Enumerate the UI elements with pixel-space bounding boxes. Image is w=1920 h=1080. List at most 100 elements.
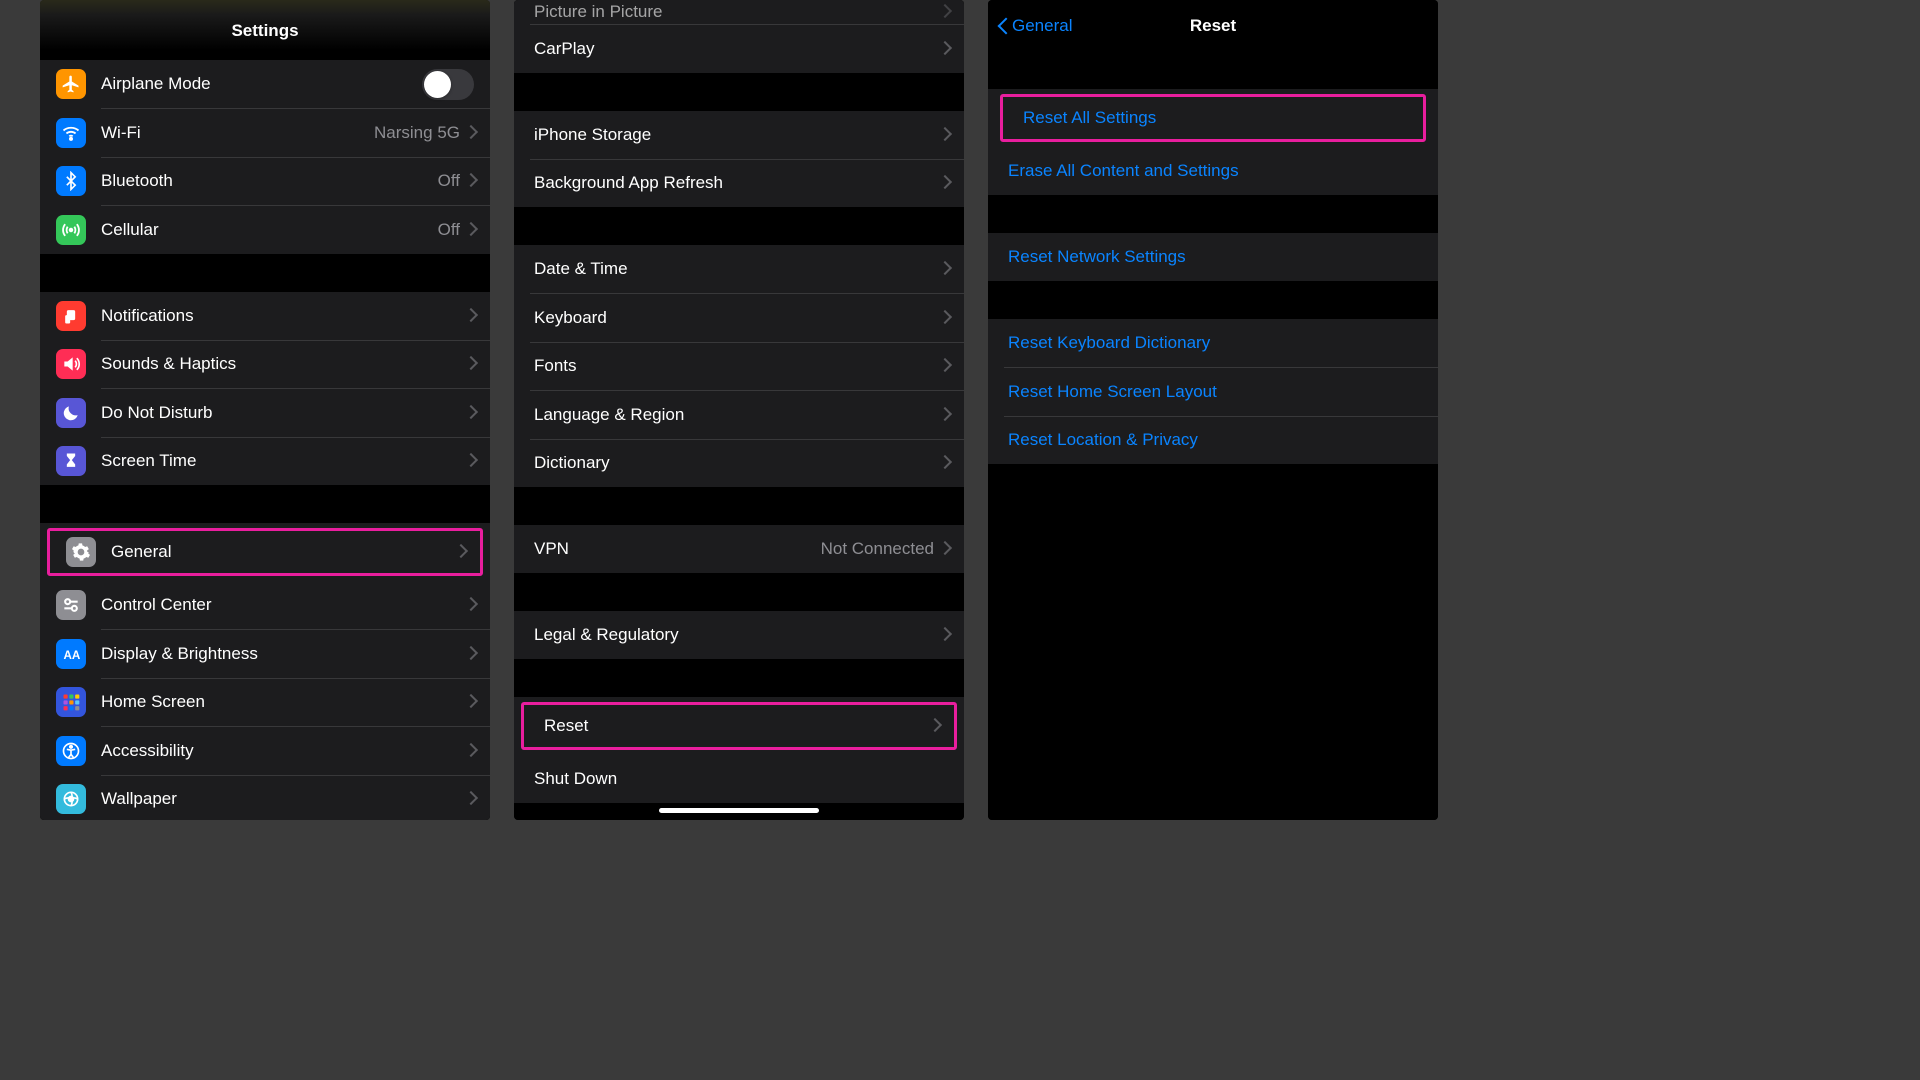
vpn-label: VPN [534, 539, 821, 559]
legal-label: Legal & Regulatory [534, 625, 940, 645]
wallpaper-icon [56, 784, 86, 814]
row-notifications[interactable]: Notifications [40, 292, 490, 340]
row-date-time[interactable]: Date & Time [514, 245, 964, 293]
general-group-media: Picture in Picture CarPlay [514, 0, 964, 73]
settings-root-screen: Settings Airplane Mode Wi-Fi Narsing 5G [40, 0, 490, 820]
cellular-icon [56, 215, 86, 245]
row-vpn[interactable]: VPN Not Connected [514, 525, 964, 573]
row-keyboard[interactable]: Keyboard [514, 294, 964, 342]
chevron-right-icon [466, 696, 474, 708]
display-label: Display & Brightness [101, 644, 466, 664]
keyboard-label: Keyboard [534, 308, 940, 328]
bluetooth-icon [56, 166, 86, 196]
row-sounds[interactable]: Sounds & Haptics [40, 340, 490, 388]
row-control-center[interactable]: Control Center [40, 581, 490, 629]
reset-screen: General Reset Reset All Settings Erase A… [988, 0, 1438, 820]
chevron-right-icon [940, 177, 948, 189]
chevron-right-icon [466, 358, 474, 370]
chevron-right-icon [930, 720, 938, 732]
airplane-label: Airplane Mode [101, 74, 422, 94]
row-general[interactable]: General [47, 528, 483, 576]
wifi-label: Wi-Fi [101, 123, 374, 143]
reset-keyboard-label: Reset Keyboard Dictionary [1008, 333, 1422, 353]
back-button[interactable]: General [998, 16, 1072, 36]
language-label: Language & Region [534, 405, 940, 425]
row-bg-refresh[interactable]: Background App Refresh [514, 159, 964, 207]
row-wifi[interactable]: Wi-Fi Narsing 5G [40, 109, 490, 157]
storage-label: iPhone Storage [534, 125, 940, 145]
wifi-icon [56, 118, 86, 148]
reset-scroll[interactable]: Reset All Settings Erase All Content and… [988, 52, 1438, 820]
chevron-right-icon [940, 312, 948, 324]
row-iphone-storage[interactable]: iPhone Storage [514, 111, 964, 159]
screentime-label: Screen Time [101, 451, 466, 471]
row-shutdown[interactable]: Shut Down [514, 755, 964, 803]
row-reset-location[interactable]: Reset Location & Privacy [988, 416, 1438, 464]
chevron-right-icon [466, 455, 474, 467]
notifications-label: Notifications [101, 306, 466, 326]
reset-location-label: Reset Location & Privacy [1008, 430, 1422, 450]
general-scroll[interactable]: Picture in Picture CarPlay iPhone Storag… [514, 0, 964, 820]
row-reset-all-settings[interactable]: Reset All Settings [1000, 94, 1426, 142]
general-label: General [111, 542, 456, 562]
row-reset-network[interactable]: Reset Network Settings [988, 233, 1438, 281]
settings-group-system: General Control Center AA Display & Brig… [40, 523, 490, 820]
chevron-right-icon [466, 407, 474, 419]
chevron-right-icon [466, 175, 474, 187]
wallpaper-label: Wallpaper [101, 789, 466, 809]
home-indicator[interactable] [659, 808, 819, 813]
pip-label: Picture in Picture [534, 2, 940, 22]
bg-refresh-label: Background App Refresh [534, 173, 940, 193]
row-erase-all[interactable]: Erase All Content and Settings [988, 147, 1438, 195]
row-fonts[interactable]: Fonts [514, 342, 964, 390]
settings-group-connectivity: Airplane Mode Wi-Fi Narsing 5G Bluetooth… [40, 60, 490, 254]
row-airplane-mode[interactable]: Airplane Mode [40, 60, 490, 108]
row-reset[interactable]: Reset [521, 702, 957, 750]
row-accessibility[interactable]: Accessibility [40, 727, 490, 775]
row-legal[interactable]: Legal & Regulatory [514, 611, 964, 659]
airplane-toggle[interactable] [422, 69, 474, 100]
home-screen-label: Home Screen [101, 692, 466, 712]
general-group-locale: Date & Time Keyboard Fonts Language & Re… [514, 245, 964, 487]
control-center-label: Control Center [101, 595, 466, 615]
date-time-label: Date & Time [534, 259, 940, 279]
row-home-screen[interactable]: Home Screen [40, 678, 490, 726]
fonts-label: Fonts [534, 356, 940, 376]
chevron-right-icon [940, 43, 948, 55]
reset-group-network: Reset Network Settings [988, 233, 1438, 281]
vpn-value: Not Connected [821, 539, 934, 559]
row-dictionary[interactable]: Dictionary [514, 439, 964, 487]
speaker-icon [56, 349, 86, 379]
moon-icon [56, 398, 86, 428]
general-group-legal: Legal & Regulatory [514, 611, 964, 659]
row-display[interactable]: AA Display & Brightness [40, 630, 490, 678]
bluetooth-label: Bluetooth [101, 171, 438, 191]
settings-scroll[interactable]: Airplane Mode Wi-Fi Narsing 5G Bluetooth… [40, 50, 490, 820]
row-pip-partial[interactable]: Picture in Picture [514, 0, 964, 24]
gear-icon [66, 537, 96, 567]
control-center-icon [56, 590, 86, 620]
chevron-right-icon [940, 263, 948, 275]
row-reset-home[interactable]: Reset Home Screen Layout [988, 368, 1438, 416]
row-screentime[interactable]: Screen Time [40, 437, 490, 485]
row-carplay[interactable]: CarPlay [514, 25, 964, 73]
dnd-label: Do Not Disturb [101, 403, 466, 423]
row-bluetooth[interactable]: Bluetooth Off [40, 157, 490, 205]
chevron-right-icon [466, 127, 474, 139]
row-reset-keyboard[interactable]: Reset Keyboard Dictionary [988, 319, 1438, 367]
row-dnd[interactable]: Do Not Disturb [40, 389, 490, 437]
display-icon: AA [56, 639, 86, 669]
reset-all-label: Reset All Settings [1023, 108, 1407, 128]
row-wallpaper[interactable]: Wallpaper [40, 775, 490, 820]
row-language[interactable]: Language & Region [514, 391, 964, 439]
settings-header: Settings [40, 0, 490, 50]
chevron-right-icon [456, 546, 464, 558]
reset-network-label: Reset Network Settings [1008, 247, 1422, 267]
chevron-right-icon [940, 360, 948, 372]
row-cellular[interactable]: Cellular Off [40, 206, 490, 254]
general-group-storage: iPhone Storage Background App Refresh [514, 111, 964, 208]
svg-text:AA: AA [64, 649, 81, 662]
hourglass-icon [56, 446, 86, 476]
reset-label: Reset [544, 716, 930, 736]
chevron-right-icon [466, 224, 474, 236]
